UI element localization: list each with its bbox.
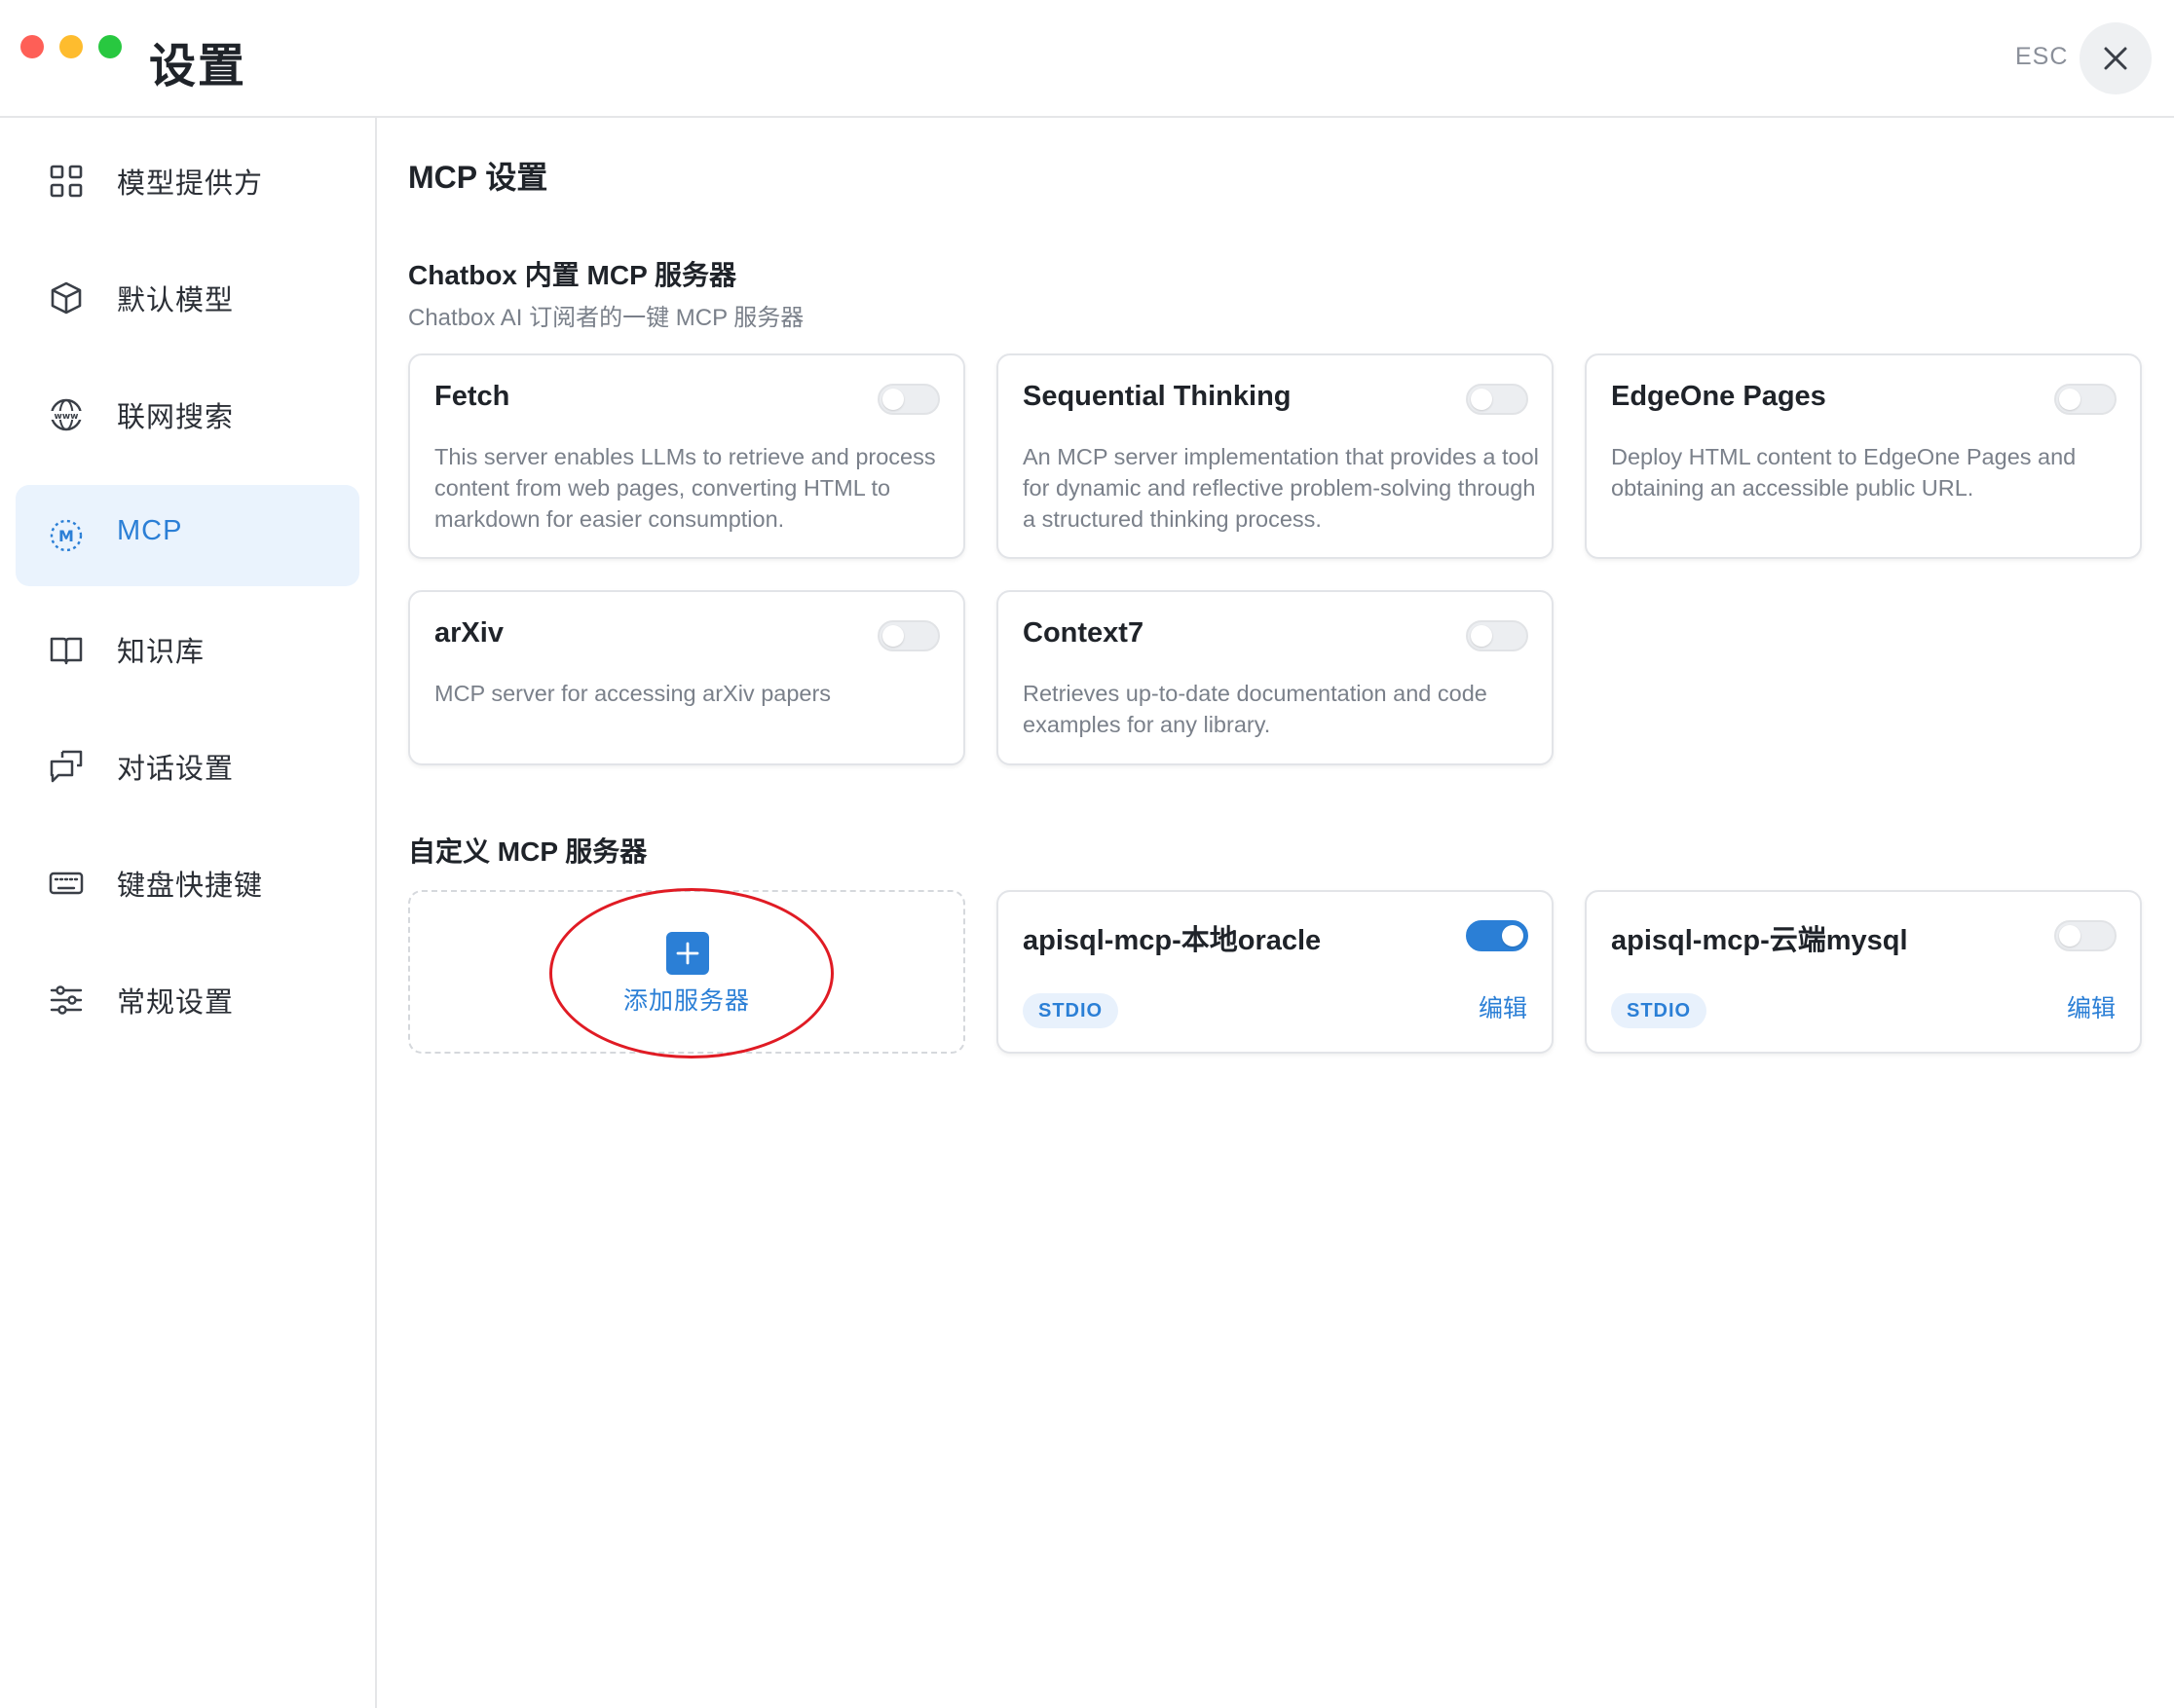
- server-toggle[interactable]: [1466, 384, 1528, 415]
- svg-text:M: M: [58, 527, 74, 545]
- sidebar-item-general-settings[interactable]: 常规设置: [16, 949, 359, 1051]
- server-name: Context7: [1023, 617, 1144, 649]
- sidebar-item-label: 常规设置: [117, 987, 235, 1019]
- sidebar-item-model-providers[interactable]: 模型提供方: [16, 130, 359, 232]
- server-type-badge: STDIO: [1611, 993, 1707, 1028]
- globe-www-icon: www: [49, 398, 84, 431]
- server-description: An MCP server implementation that provid…: [1023, 444, 1539, 532]
- sidebar-item-keyboard-shortcuts[interactable]: 键盘快捷键: [16, 833, 359, 934]
- sidebar-item-label: 联网搜索: [117, 402, 235, 433]
- server-description: This server enables LLMs to retrieve and…: [434, 444, 936, 532]
- sidebar-item-label: 对话设置: [117, 754, 235, 785]
- sidebar-item-label: 默认模型: [117, 285, 235, 316]
- toggle-knob: [2059, 925, 2080, 947]
- window-close-dot[interactable]: [20, 35, 44, 58]
- sidebar-item-label: 键盘快捷键: [117, 871, 264, 902]
- sidebar-item-label: 知识库: [117, 637, 206, 668]
- server-description: Deploy HTML content to EdgeOne Pages and…: [1611, 444, 2077, 501]
- server-name: Fetch: [434, 381, 510, 412]
- edit-server-link[interactable]: 编辑: [1479, 989, 1527, 1024]
- mcp-icon: M: [50, 519, 83, 552]
- keyboard-icon: [49, 872, 84, 895]
- title-bar: 设置 ESC: [0, 0, 2174, 118]
- chat-icon: [50, 750, 83, 783]
- server-name: Sequential Thinking: [1023, 381, 1292, 412]
- server-description: MCP server for accessing arXiv papers: [434, 681, 832, 706]
- server-toggle[interactable]: [878, 620, 940, 651]
- server-description: Retrieves up-to-date documentation and c…: [1023, 681, 1487, 737]
- sidebar-item-web-search[interactable]: www 联网搜索: [16, 364, 359, 465]
- grid-icon: [50, 165, 83, 198]
- book-icon: [50, 637, 83, 665]
- server-type-badge: STDIO: [1023, 993, 1119, 1028]
- server-card-edgeone-pages: EdgeOne Pages Deploy HTML content to Edg…: [1585, 353, 2142, 559]
- custom-section-title: 自定义 MCP 服务器: [408, 836, 648, 867]
- custom-server-card-oracle: apisql-mcp-本地oracle STDIO 编辑: [996, 890, 1554, 1054]
- sidebar: 模型提供方 默认模型 www 联网搜索 M MCP 知识库 对话设置 键盘快捷键…: [0, 118, 377, 1708]
- server-toggle[interactable]: [2054, 384, 2117, 415]
- custom-server-card-mysql: apisql-mcp-云端mysql STDIO 编辑: [1585, 890, 2142, 1054]
- server-toggle[interactable]: [2054, 920, 2117, 951]
- esc-hint: ESC: [2015, 43, 2069, 70]
- svg-text:www: www: [55, 412, 79, 422]
- toggle-knob: [882, 625, 904, 647]
- sidebar-item-default-model[interactable]: 默认模型: [16, 247, 359, 349]
- server-card-sequential-thinking: Sequential Thinking An MCP server implem…: [996, 353, 1554, 559]
- close-icon: [2104, 47, 2127, 70]
- server-name: EdgeOne Pages: [1611, 381, 1826, 412]
- toggle-knob: [1471, 625, 1492, 647]
- window-zoom-dot[interactable]: [98, 35, 122, 58]
- window-minimize-dot[interactable]: [59, 35, 83, 58]
- server-name: apisql-mcp-云端mysql: [1611, 925, 1908, 956]
- sidebar-item-label: 模型提供方: [117, 168, 264, 200]
- sliders-icon: [50, 985, 83, 1015]
- server-name: arXiv: [434, 617, 504, 649]
- toggle-knob: [2059, 389, 2080, 410]
- window-title: 设置: [149, 41, 247, 93]
- close-button[interactable]: [2080, 22, 2152, 94]
- edit-server-link[interactable]: 编辑: [2067, 989, 2116, 1024]
- toggle-knob: [882, 389, 904, 410]
- server-toggle[interactable]: [1466, 920, 1528, 951]
- builtin-section-title: Chatbox 内置 MCP 服务器: [408, 260, 737, 290]
- sidebar-item-knowledge-base[interactable]: 知识库: [16, 599, 359, 700]
- builtin-section-subtitle: Chatbox AI 订阅者的一键 MCP 服务器: [408, 305, 805, 331]
- server-name: apisql-mcp-本地oracle: [1023, 925, 1322, 956]
- sidebar-item-label: MCP: [117, 515, 183, 546]
- server-card-context7: Context7 Retrieves up-to-date documentat…: [996, 590, 1554, 765]
- server-toggle[interactable]: [878, 384, 940, 415]
- server-toggle[interactable]: [1466, 620, 1528, 651]
- server-card-arxiv: arXiv MCP server for accessing arXiv pap…: [408, 590, 965, 765]
- toggle-knob: [1471, 389, 1492, 410]
- page-title: MCP 设置: [408, 160, 548, 195]
- annotation-ellipse: [549, 888, 834, 1058]
- sidebar-item-chat-settings[interactable]: 对话设置: [16, 716, 359, 817]
- toggle-knob: [1502, 925, 1523, 947]
- server-card-fetch: Fetch This server enables LLMs to retrie…: [408, 353, 965, 559]
- sidebar-item-mcp[interactable]: M MCP: [16, 485, 359, 586]
- cube-icon: [51, 281, 82, 315]
- settings-window: 设置 ESC 模型提供方 默认模型 www 联网搜索 M MCP 知识库 对话设…: [0, 0, 2174, 1708]
